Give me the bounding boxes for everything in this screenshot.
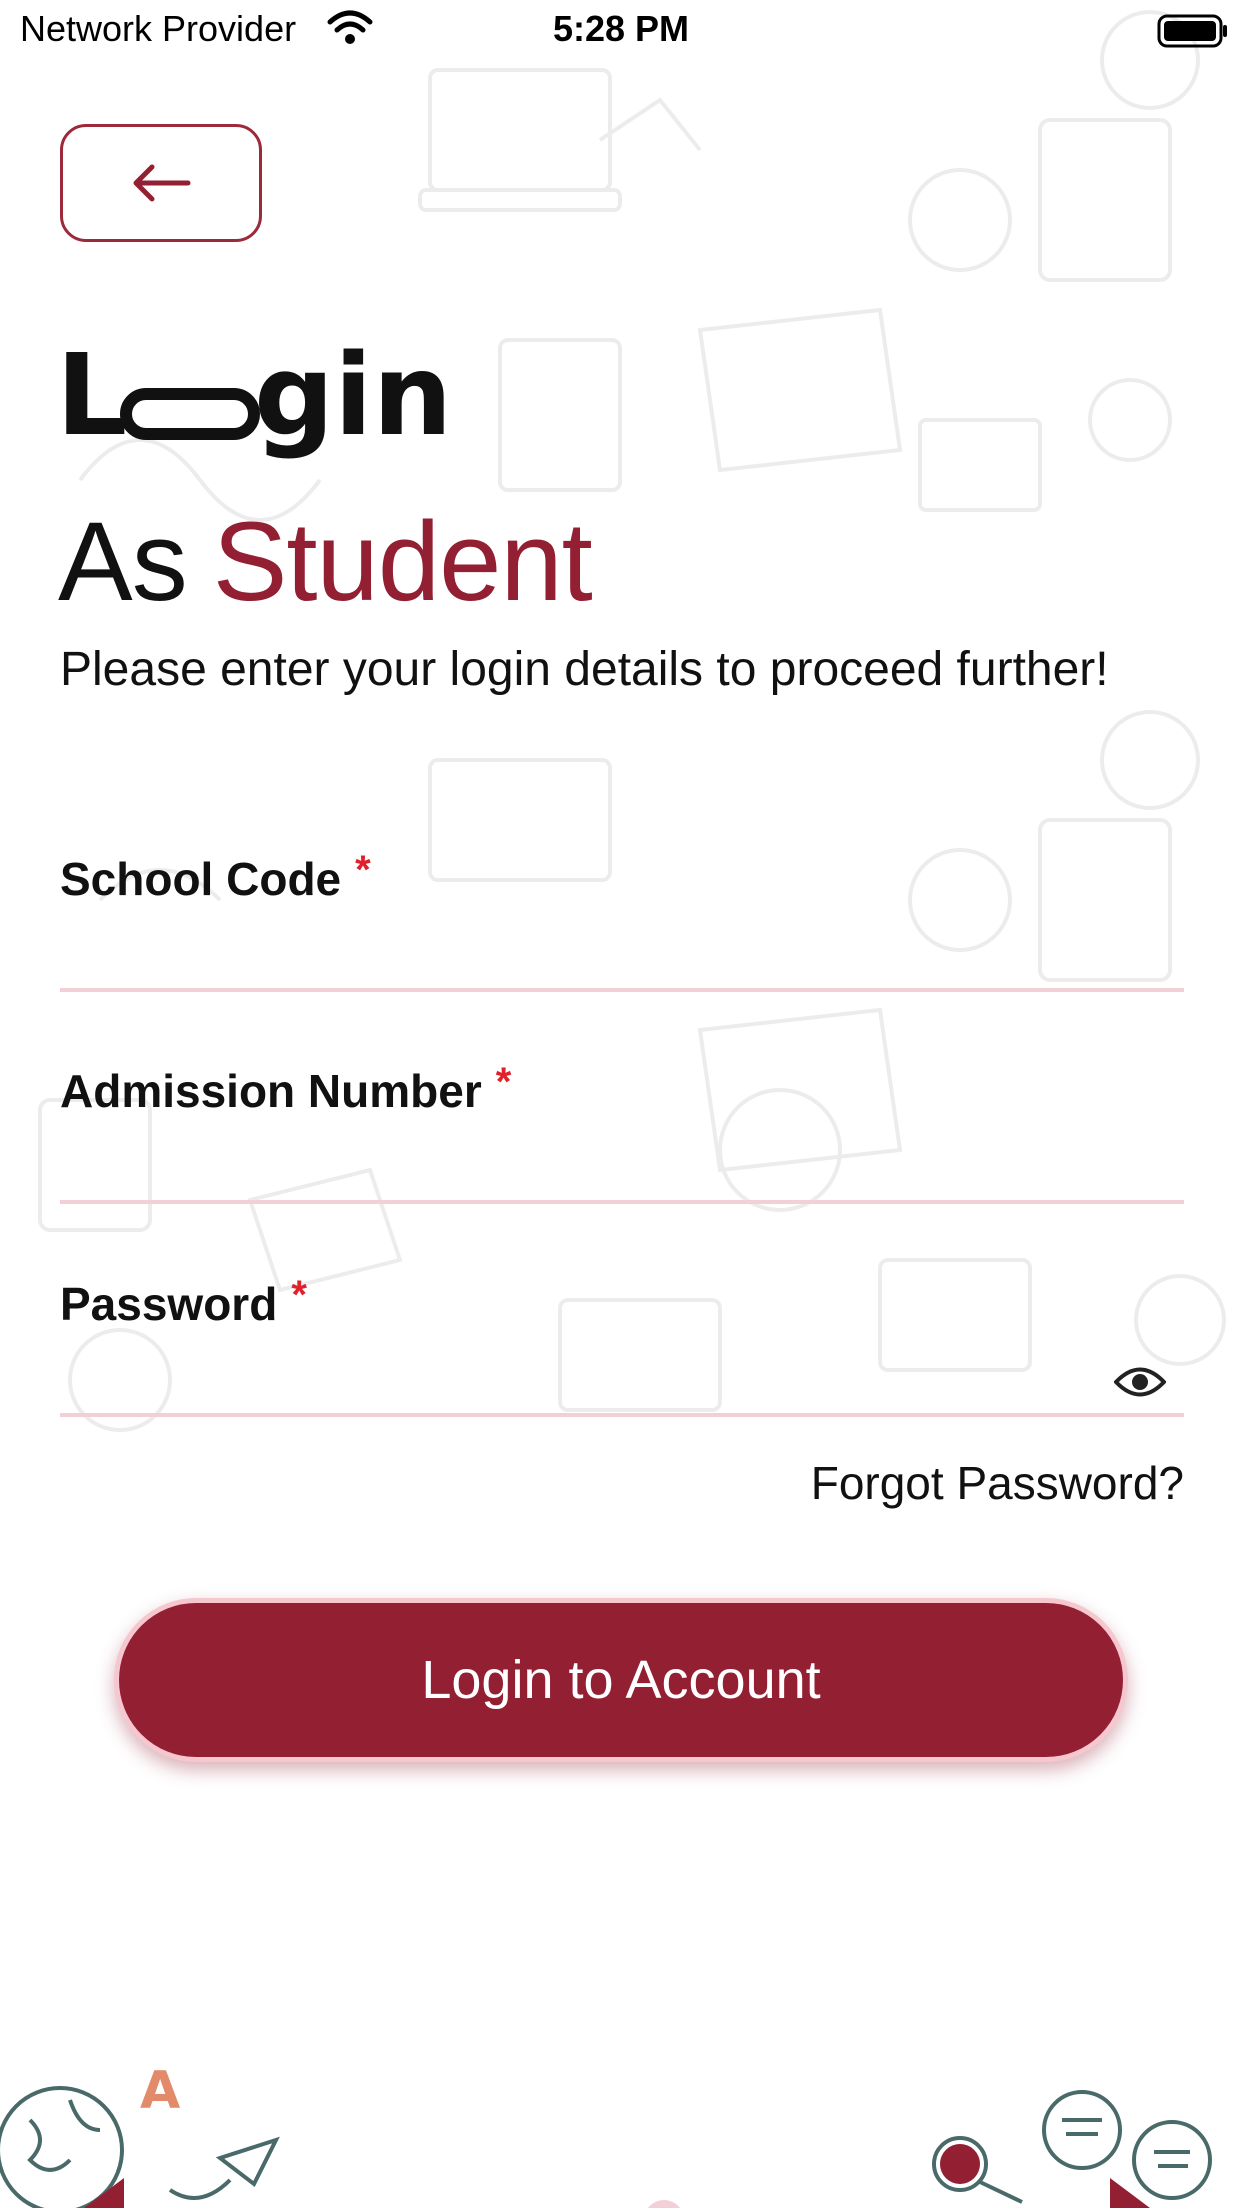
password-field: Password * [60, 1273, 1184, 1423]
password-underline [60, 1413, 1184, 1417]
school-code-input[interactable] [60, 924, 1184, 988]
required-mark: * [495, 1060, 512, 1104]
login-logo: L gin [58, 348, 452, 461]
admission-number-field: Admission Number * [60, 1060, 1184, 1210]
forgot-password-link[interactable]: Forgot Password? [811, 1456, 1184, 1510]
footer-letter-a: A [140, 2061, 180, 2121]
back-arrow-icon [133, 164, 191, 202]
password-label: Password * [60, 1273, 1184, 1331]
title-prefix: As [58, 499, 188, 624]
page-subtitle: Please enter your login details to proce… [60, 643, 1109, 696]
required-mark: * [291, 1273, 307, 1317]
status-bar: Network Provider 5:28 PM [0, 0, 1242, 62]
admission-number-label-text: Admission Number [60, 1065, 482, 1117]
title-role: Student [212, 499, 593, 624]
school-code-label: School Code * [60, 848, 1184, 906]
school-code-field: School Code * [60, 848, 1184, 998]
eye-icon[interactable] [1114, 1365, 1166, 1399]
school-code-label-text: School Code [60, 853, 342, 905]
admission-number-underline [60, 1200, 1184, 1204]
school-code-underline [60, 988, 1184, 992]
battery-icon [1157, 14, 1227, 48]
admission-number-input[interactable] [60, 1136, 1184, 1200]
password-input[interactable] [60, 1349, 1100, 1413]
password-label-text: Password [60, 1278, 278, 1330]
page-title: As Student [58, 498, 593, 626]
footer-illustration: A [0, 2061, 1212, 2208]
login-button[interactable]: Login to Account [114, 1598, 1128, 1762]
status-time: 5:28 PM [552, 8, 690, 49]
back-button[interactable] [60, 124, 262, 242]
login-logo-gin: gin [254, 348, 452, 461]
admission-number-label: Admission Number * [60, 1060, 1184, 1118]
required-mark: * [355, 848, 371, 892]
login-logo-pill [120, 388, 260, 440]
login-logo-l: L [58, 348, 127, 461]
